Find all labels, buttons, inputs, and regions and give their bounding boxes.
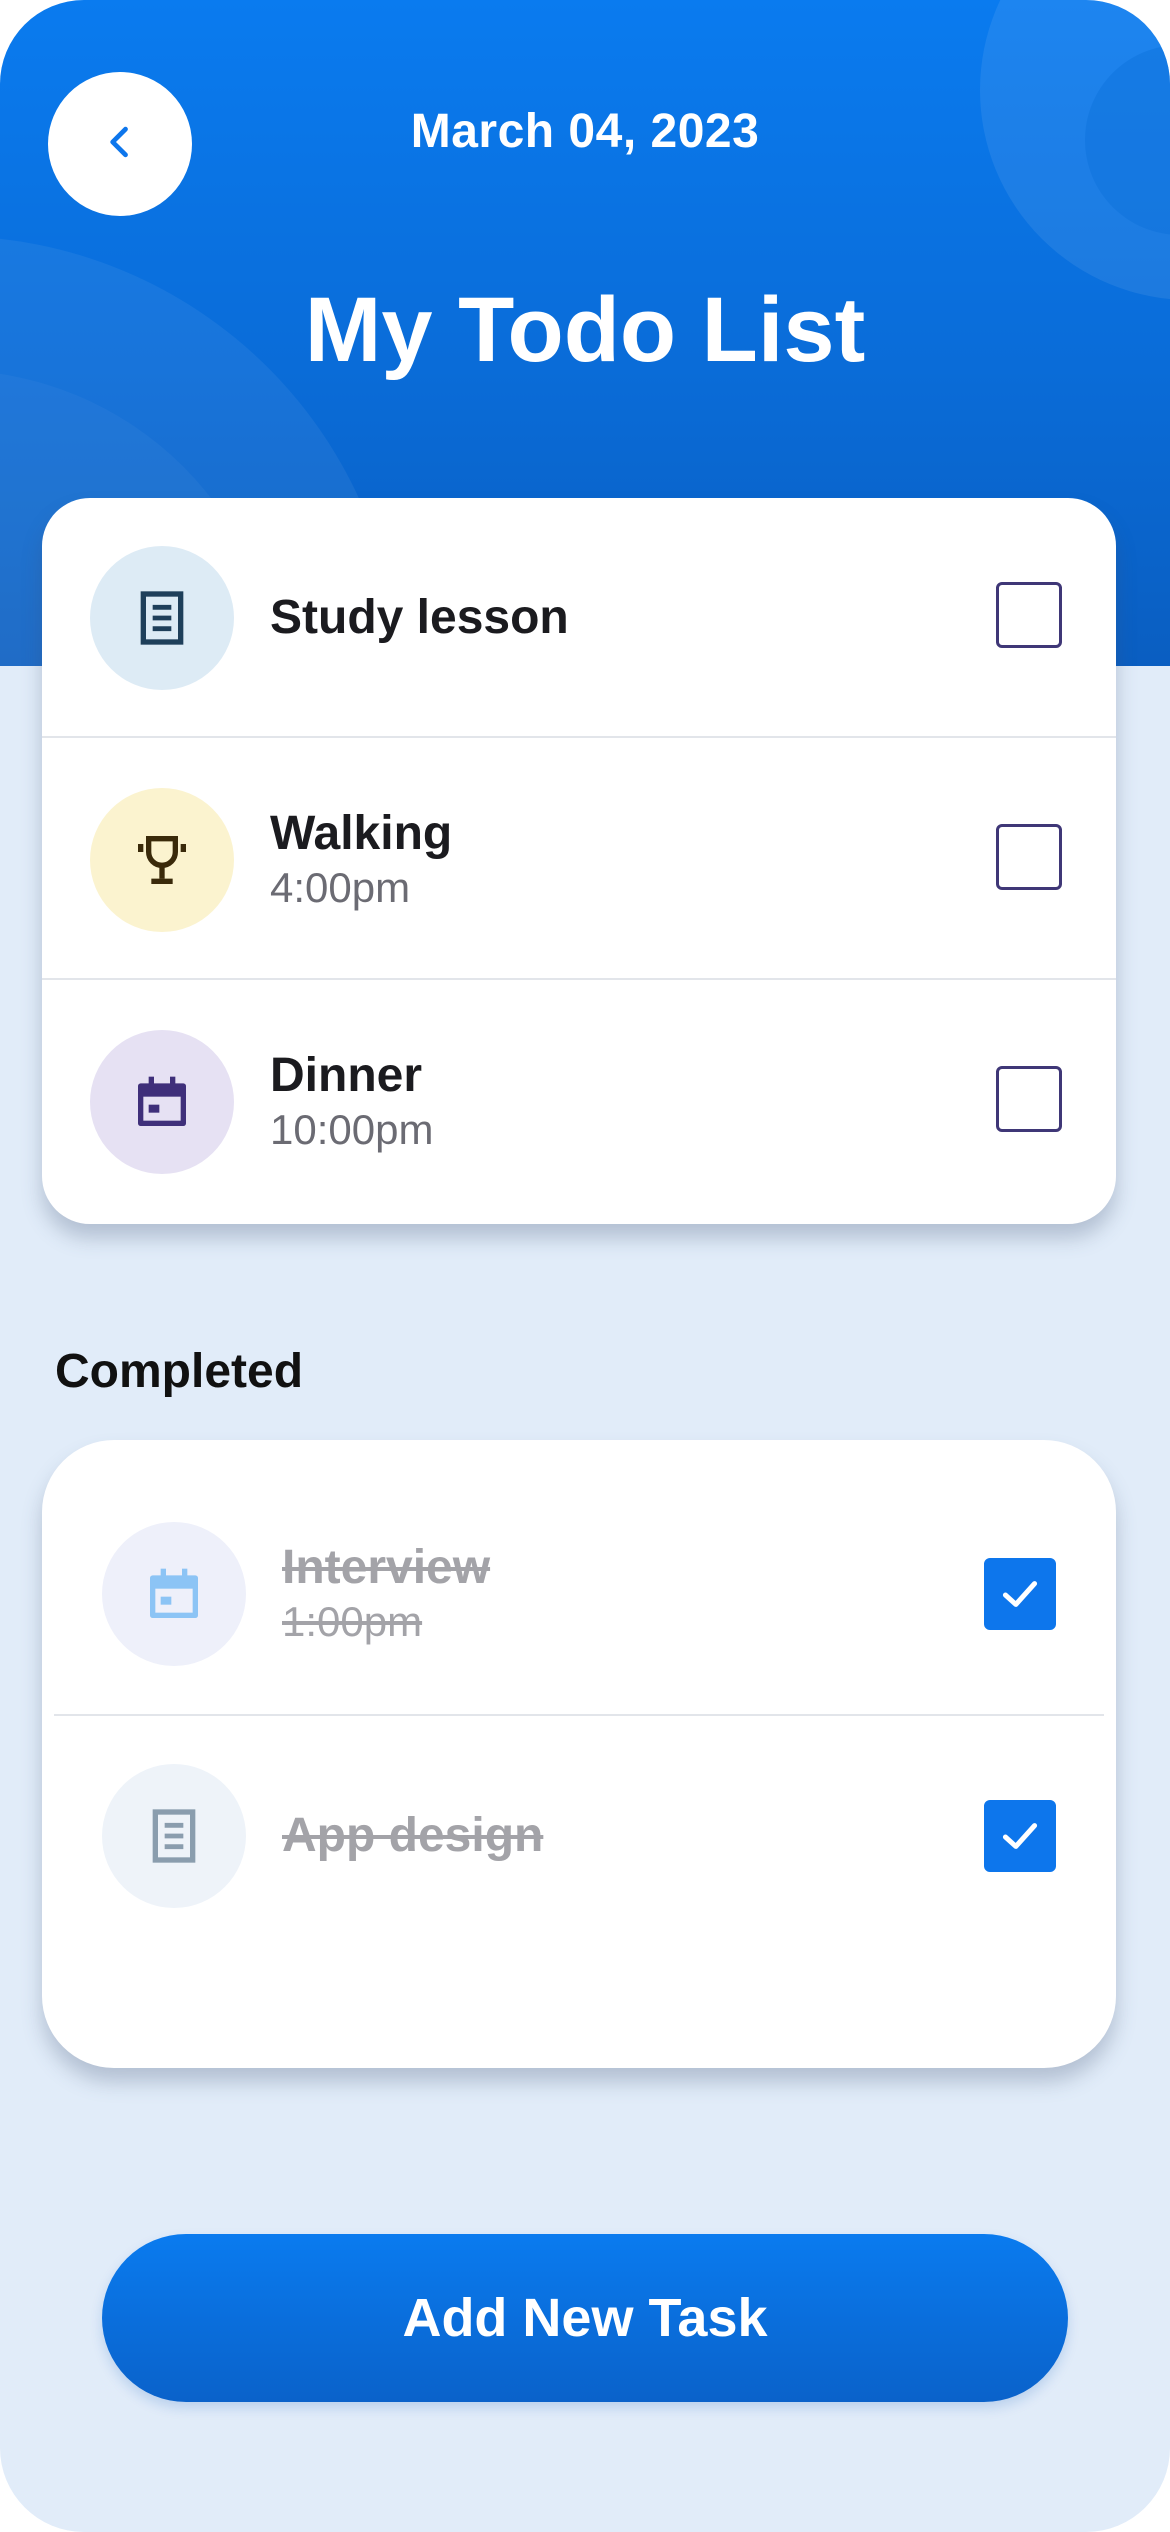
page-title: My Todo List <box>304 279 866 381</box>
task-checkbox-checked[interactable] <box>984 1558 1056 1630</box>
header-date: March 04, 2023 <box>410 105 760 158</box>
task-row-study-lesson[interactable]: Study lesson <box>42 498 1116 738</box>
notes-icon <box>102 1764 246 1908</box>
row-divider <box>54 1714 1104 1716</box>
calendar-icon <box>90 1030 234 1174</box>
task-row-app-design[interactable]: App design <box>42 1730 1116 1970</box>
task-checkbox[interactable] <box>996 1066 1062 1132</box>
task-row-walking[interactable]: Walking 4:00pm <box>42 740 1116 980</box>
add-new-task-button[interactable]: Add New Task <box>102 2234 1068 2402</box>
todo-screen: March 04, 2023 My Todo List Study lesson… <box>0 0 1170 2532</box>
task-title: Walking <box>270 807 453 860</box>
task-time: 10:00pm <box>270 1106 434 1153</box>
notes-icon <box>90 546 234 690</box>
row-divider <box>42 736 1116 738</box>
task-checkbox[interactable] <box>996 582 1062 648</box>
task-checkbox[interactable] <box>996 824 1062 890</box>
task-title: App design <box>282 1809 544 1862</box>
task-title: Dinner <box>270 1049 423 1102</box>
trophy-icon <box>90 788 234 932</box>
task-row-interview[interactable]: Interview 1:00pm <box>42 1488 1116 1728</box>
task-row-dinner[interactable]: Dinner 10:00pm <box>42 982 1116 1222</box>
todo-list-card: Study lesson Walking 4:00pm Dinner 10:00… <box>42 498 1116 1224</box>
completed-list-card: Interview 1:00pm App design <box>42 1440 1116 2068</box>
checkmark-icon <box>1002 1823 1038 1849</box>
task-time: 4:00pm <box>270 864 411 911</box>
task-time: 1:00pm <box>282 1598 423 1645</box>
calendar-icon <box>102 1522 246 1666</box>
task-checkbox-checked[interactable] <box>984 1800 1056 1872</box>
row-divider <box>42 978 1116 980</box>
task-title: Study lesson <box>270 591 569 644</box>
checkmark-icon <box>1002 1581 1038 1607</box>
completed-section-label: Completed <box>55 1345 304 1398</box>
task-title: Interview <box>282 1541 491 1594</box>
